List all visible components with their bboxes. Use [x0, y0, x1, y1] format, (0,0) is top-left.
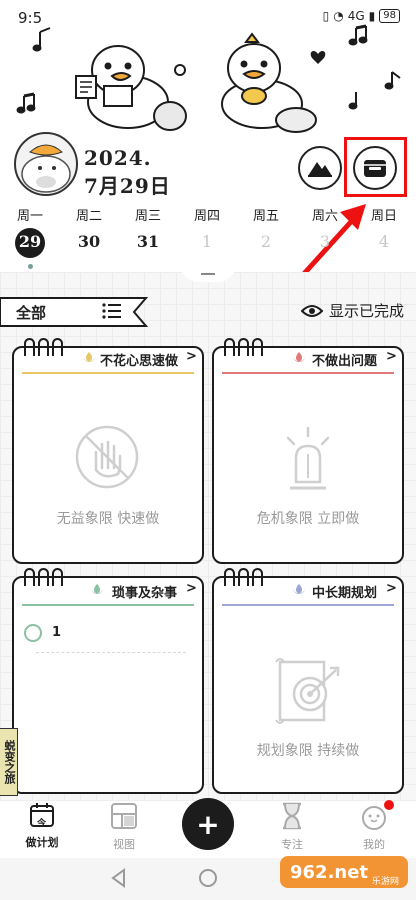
day-30[interactable]: 30 [65, 232, 113, 251]
calendar-today-text: 今 [37, 819, 47, 829]
quadrant-accent-line [22, 604, 194, 606]
task-divider [36, 652, 186, 653]
show-completed-label: 显示已完成 [328, 302, 404, 320]
svg-text:乐游网: 乐游网 [372, 875, 399, 887]
task-text[interactable]: 1 [52, 625, 61, 640]
weekday-tue: 周二 [75, 209, 102, 224]
binder-rings [24, 338, 63, 356]
nav-focus[interactable]: 专注 [262, 802, 322, 852]
add-task-button[interactable]: + [182, 798, 234, 850]
avatar[interactable] [14, 132, 78, 196]
task-checkbox[interactable] [24, 624, 42, 642]
quadrant-title: 中长期规划 [312, 586, 378, 601]
current-date-month-day: 7月29日 [84, 174, 171, 198]
home-icon[interactable] [198, 868, 218, 888]
nav-view-label: 视图 [113, 838, 135, 851]
chevron-right-icon[interactable]: > [186, 349, 197, 364]
svg-text:962.net: 962.net [290, 862, 368, 883]
day-1[interactable]: 1 [183, 232, 231, 251]
weekday-mon: 周一 [16, 209, 43, 224]
back-icon[interactable] [110, 868, 128, 888]
day-2[interactable]: 2 [242, 232, 290, 251]
day-29[interactable]: 29 [6, 232, 54, 251]
binder-rings [224, 568, 263, 586]
target-scroll-icon [275, 658, 340, 724]
mountain-icon [308, 162, 332, 177]
highlight-box [344, 137, 407, 197]
mountain-button[interactable] [298, 146, 342, 190]
quadrant-caption: 规划象限 持续做 [256, 743, 360, 759]
eye-icon [300, 304, 323, 317]
quadrant-title: 不花心思速做 [100, 354, 179, 369]
music-note-icon [384, 71, 401, 90]
binder-rings [224, 338, 263, 356]
day-3[interactable]: 3 [301, 232, 349, 251]
lotus-icon [292, 352, 306, 362]
notification-dot [384, 800, 394, 810]
binder-rings [24, 568, 63, 586]
duck-reading-illustration [75, 45, 187, 131]
header-illustration [16, 24, 401, 133]
show-completed-toggle[interactable]: 显示已完成 [300, 300, 404, 321]
quadrant-accent-line [222, 604, 394, 606]
quadrant-caption: 无益象限 快速做 [56, 511, 160, 527]
lotus-icon [90, 584, 104, 594]
quadrant-title: 不做出问题 [312, 354, 378, 369]
weekday-thu: 周四 [193, 209, 220, 224]
weekday-sat: 周六 [311, 209, 338, 224]
duck-bread-illustration [221, 32, 317, 133]
day-4[interactable]: 4 [360, 232, 408, 251]
duck-avatar-icon [21, 144, 71, 193]
heart-icon [310, 51, 326, 64]
list-menu-icon[interactable] [102, 302, 122, 320]
weekday-fri: 周五 [252, 209, 279, 224]
layout-grid-icon [111, 803, 137, 829]
today-dot [28, 264, 33, 269]
weekday-sun: 周日 [370, 209, 397, 224]
pull-handle-bar [201, 273, 215, 275]
nav-view[interactable]: 视图 [94, 802, 154, 852]
day-31[interactable]: 31 [124, 232, 172, 251]
quadrant-title: 琐事及杂事 [112, 586, 178, 601]
current-date-year: 2024. [84, 146, 152, 170]
chevron-right-icon[interactable]: > [386, 581, 397, 596]
quadrant-card-trivial[interactable] [12, 576, 204, 794]
filter-label[interactable]: 全部 [16, 302, 46, 323]
chevron-right-icon[interactable]: > [386, 349, 397, 364]
music-note-icon [32, 27, 51, 52]
hand-stop-icon [75, 425, 139, 489]
alarm-light-icon [286, 426, 330, 490]
music-note-icon [348, 24, 368, 46]
lotus-icon [82, 352, 96, 362]
music-note-icon [348, 92, 358, 110]
quadrant-accent-line [222, 372, 394, 374]
site-watermark-logo: 962.net 乐游网 [280, 856, 408, 888]
nav-plan-label: 做计划 [25, 836, 59, 849]
quadrant-accent-line [22, 372, 194, 374]
quadrant-caption: 危机象限 立即做 [256, 511, 360, 527]
nav-profile[interactable]: 我的 [344, 802, 404, 852]
journey-banner[interactable]: 蜕变之旅 [0, 728, 18, 796]
lotus-icon [292, 584, 306, 594]
chevron-right-icon[interactable]: > [186, 581, 197, 596]
music-note-icon [16, 92, 36, 114]
weekday-wed: 周三 [134, 209, 161, 224]
hourglass-icon [283, 802, 301, 830]
